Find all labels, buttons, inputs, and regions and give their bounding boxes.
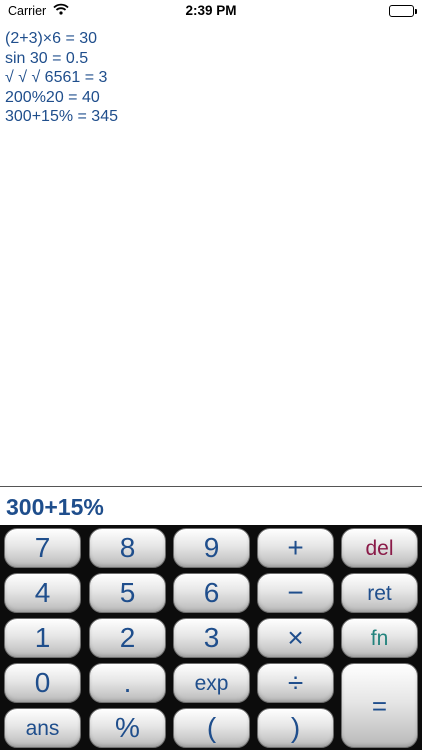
history-line: 200%20 = 40 (5, 88, 100, 106)
key-2[interactable]: 2 (89, 618, 166, 658)
key-open-paren[interactable]: ( (173, 708, 250, 748)
status-time: 2:39 PM (185, 3, 237, 18)
key-multiply[interactable]: × (257, 618, 334, 658)
key-ret[interactable]: ret (341, 573, 418, 613)
key-divide[interactable]: ÷ (257, 663, 334, 703)
history-tape: (2+3)×6 = 30 sin 30 = 0.5 √ √ √ 6561 = 3… (5, 29, 415, 127)
display-divider (0, 486, 422, 487)
history-line: (2+3)×6 = 30 (5, 30, 98, 47)
key-percent[interactable]: % (89, 708, 166, 748)
expression-display: 300+15% (6, 494, 104, 520)
key-fn[interactable]: fn (341, 618, 418, 658)
history-line: sin 30 = 0.5 (5, 49, 89, 67)
key-decimal[interactable]: . (89, 663, 166, 703)
key-equals[interactable]: = (341, 663, 418, 748)
key-plus[interactable]: + (257, 528, 334, 568)
key-0[interactable]: 0 (4, 663, 81, 703)
key-6[interactable]: 6 (173, 573, 250, 613)
key-del[interactable]: del (341, 528, 418, 568)
key-9[interactable]: 9 (173, 528, 250, 568)
history-line: 300+15% = 345 (5, 108, 118, 125)
status-bar: Carrier 2:39 PM (0, 0, 422, 22)
key-5[interactable]: 5 (89, 573, 166, 613)
key-7[interactable]: 7 (4, 528, 81, 568)
key-8[interactable]: 8 (89, 528, 166, 568)
keypad: 7 8 9 + del 4 5 6 − ret 1 2 3 × fn 0 . e… (0, 525, 422, 750)
key-1[interactable]: 1 (4, 618, 81, 658)
key-3[interactable]: 3 (173, 618, 250, 658)
key-exp[interactable]: exp (173, 663, 250, 703)
battery-icon (389, 5, 417, 17)
key-close-paren[interactable]: ) (257, 708, 334, 748)
key-4[interactable]: 4 (4, 573, 81, 613)
key-minus[interactable]: − (257, 573, 334, 613)
history-line: √ √ √ 6561 = 3 (5, 69, 108, 86)
key-ans[interactable]: ans (4, 708, 81, 748)
